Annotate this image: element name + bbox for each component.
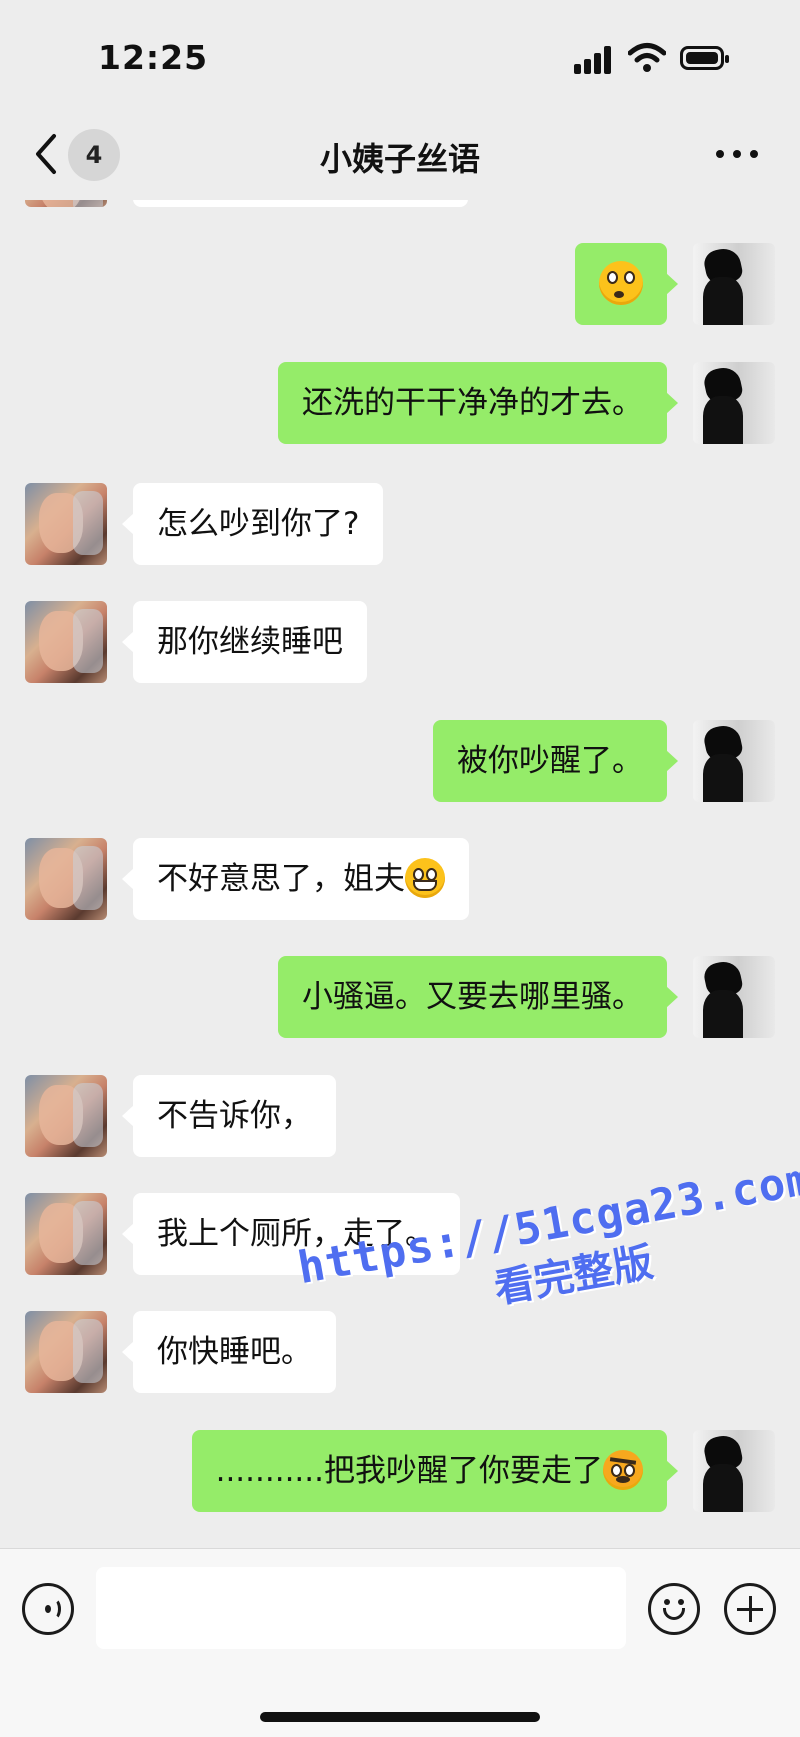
message-bubble-in[interactable]: 你快睡吧。 bbox=[122, 1311, 336, 1393]
status-time: 12:25 bbox=[98, 38, 209, 77]
angry-emoji-icon bbox=[603, 1449, 643, 1490]
message-row: 还洗的干干净净的才去。 bbox=[0, 362, 800, 446]
back-chevron-icon[interactable] bbox=[30, 132, 62, 176]
signal-icon bbox=[574, 46, 614, 74]
my-avatar[interactable] bbox=[693, 956, 775, 1038]
message-row: 不告诉你， bbox=[0, 1075, 800, 1159]
message-row: 那你继续睡吧 bbox=[0, 601, 800, 685]
message-bubble-out[interactable]: 被你吵醒了。 bbox=[433, 720, 678, 802]
message-bubble-out[interactable]: 还洗的干干净净的才去。 bbox=[278, 362, 678, 444]
message-bubble-out[interactable]: ...........把我吵醒了你要走了 bbox=[191, 1430, 679, 1512]
input-bar bbox=[0, 1548, 800, 1737]
unread-count-badge[interactable]: 4 bbox=[68, 129, 120, 181]
message-bubble-in[interactable]: 那你继续睡吧 bbox=[122, 601, 367, 683]
contact-avatar[interactable] bbox=[25, 1193, 107, 1275]
my-avatar[interactable] bbox=[693, 362, 775, 444]
more-options-icon[interactable] bbox=[716, 150, 760, 160]
contact-avatar[interactable] bbox=[25, 200, 107, 207]
message-input[interactable] bbox=[96, 1567, 626, 1649]
battery-icon bbox=[680, 46, 729, 70]
emoji-picker-icon[interactable] bbox=[648, 1583, 700, 1635]
message-bubble-in[interactable]: 不好意思了，姐夫 bbox=[122, 838, 469, 920]
message-bubble-out[interactable] bbox=[575, 243, 678, 325]
message-bubble-partial bbox=[133, 200, 468, 207]
chat-header: 4 小姨子丝语 bbox=[0, 110, 800, 200]
contact-avatar[interactable] bbox=[25, 1311, 107, 1393]
my-avatar[interactable] bbox=[693, 720, 775, 802]
chat-title: 小姨子丝语 bbox=[319, 140, 480, 178]
wifi-icon bbox=[628, 43, 666, 72]
message-row: 不好意思了，姐夫 bbox=[0, 838, 800, 922]
my-avatar[interactable] bbox=[693, 243, 775, 325]
status-bar: 12:25 bbox=[0, 0, 800, 110]
voice-input-icon[interactable] bbox=[22, 1583, 74, 1635]
flushed-emoji-icon bbox=[599, 260, 643, 305]
message-bubble-out[interactable]: 小骚逼。又要去哪里骚。 bbox=[278, 956, 678, 1038]
grimace-emoji-icon bbox=[405, 857, 445, 898]
message-row: 怎么吵到你了? bbox=[0, 483, 800, 567]
contact-avatar[interactable] bbox=[25, 483, 107, 565]
contact-avatar[interactable] bbox=[25, 601, 107, 683]
contact-avatar[interactable] bbox=[25, 1075, 107, 1157]
more-actions-plus-icon[interactable] bbox=[724, 1583, 776, 1635]
message-row: 被你吵醒了。 bbox=[0, 720, 800, 804]
contact-avatar[interactable] bbox=[25, 838, 107, 920]
message-row: 小骚逼。又要去哪里骚。 bbox=[0, 956, 800, 1040]
home-indicator bbox=[260, 1712, 540, 1722]
message-bubble-in[interactable]: 不告诉你， bbox=[122, 1075, 336, 1157]
message-row bbox=[0, 243, 800, 327]
message-row: ...........把我吵醒了你要走了 bbox=[0, 1430, 800, 1514]
message-bubble-in[interactable]: 怎么吵到你了? bbox=[121, 483, 384, 565]
my-avatar[interactable] bbox=[693, 1430, 775, 1512]
